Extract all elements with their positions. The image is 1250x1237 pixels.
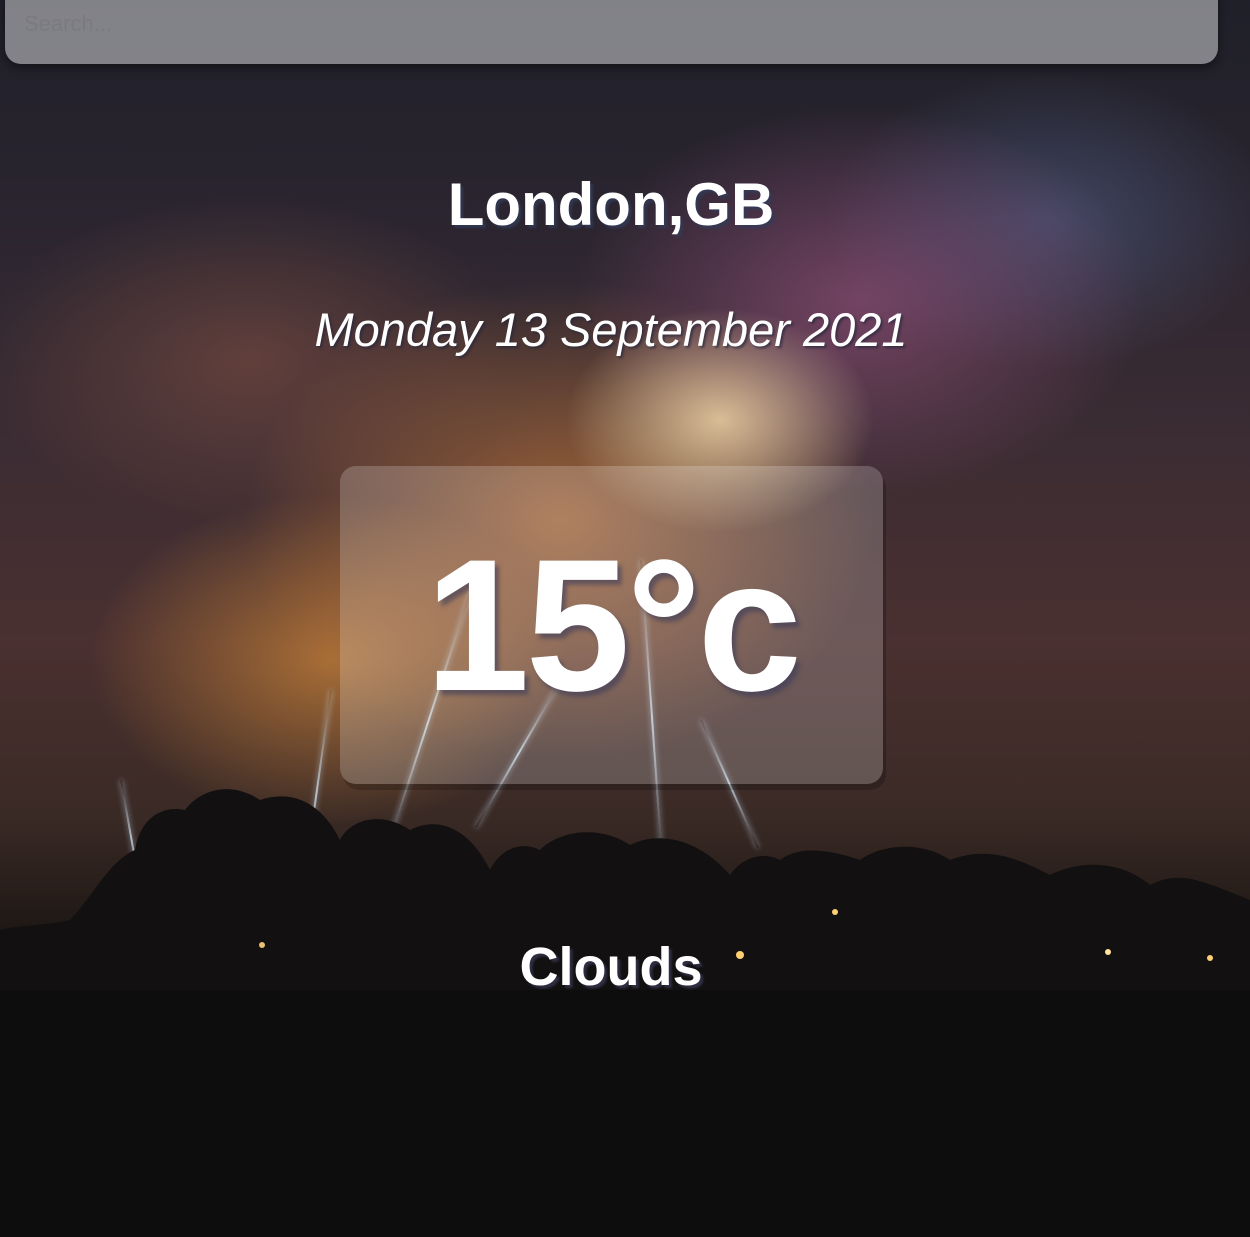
search-bar xyxy=(5,0,1218,64)
current-date: Monday 13 September 2021 xyxy=(314,303,908,356)
weather-condition: Clouds xyxy=(519,937,703,997)
location-title: London,GB xyxy=(447,171,775,238)
temperature-value: 15°c xyxy=(425,520,802,730)
search-input[interactable] xyxy=(5,0,1218,48)
weather-app: London,GB Monday 13 September 2021 15°c … xyxy=(0,0,1250,1237)
temperature-card: 15°c xyxy=(340,466,883,784)
